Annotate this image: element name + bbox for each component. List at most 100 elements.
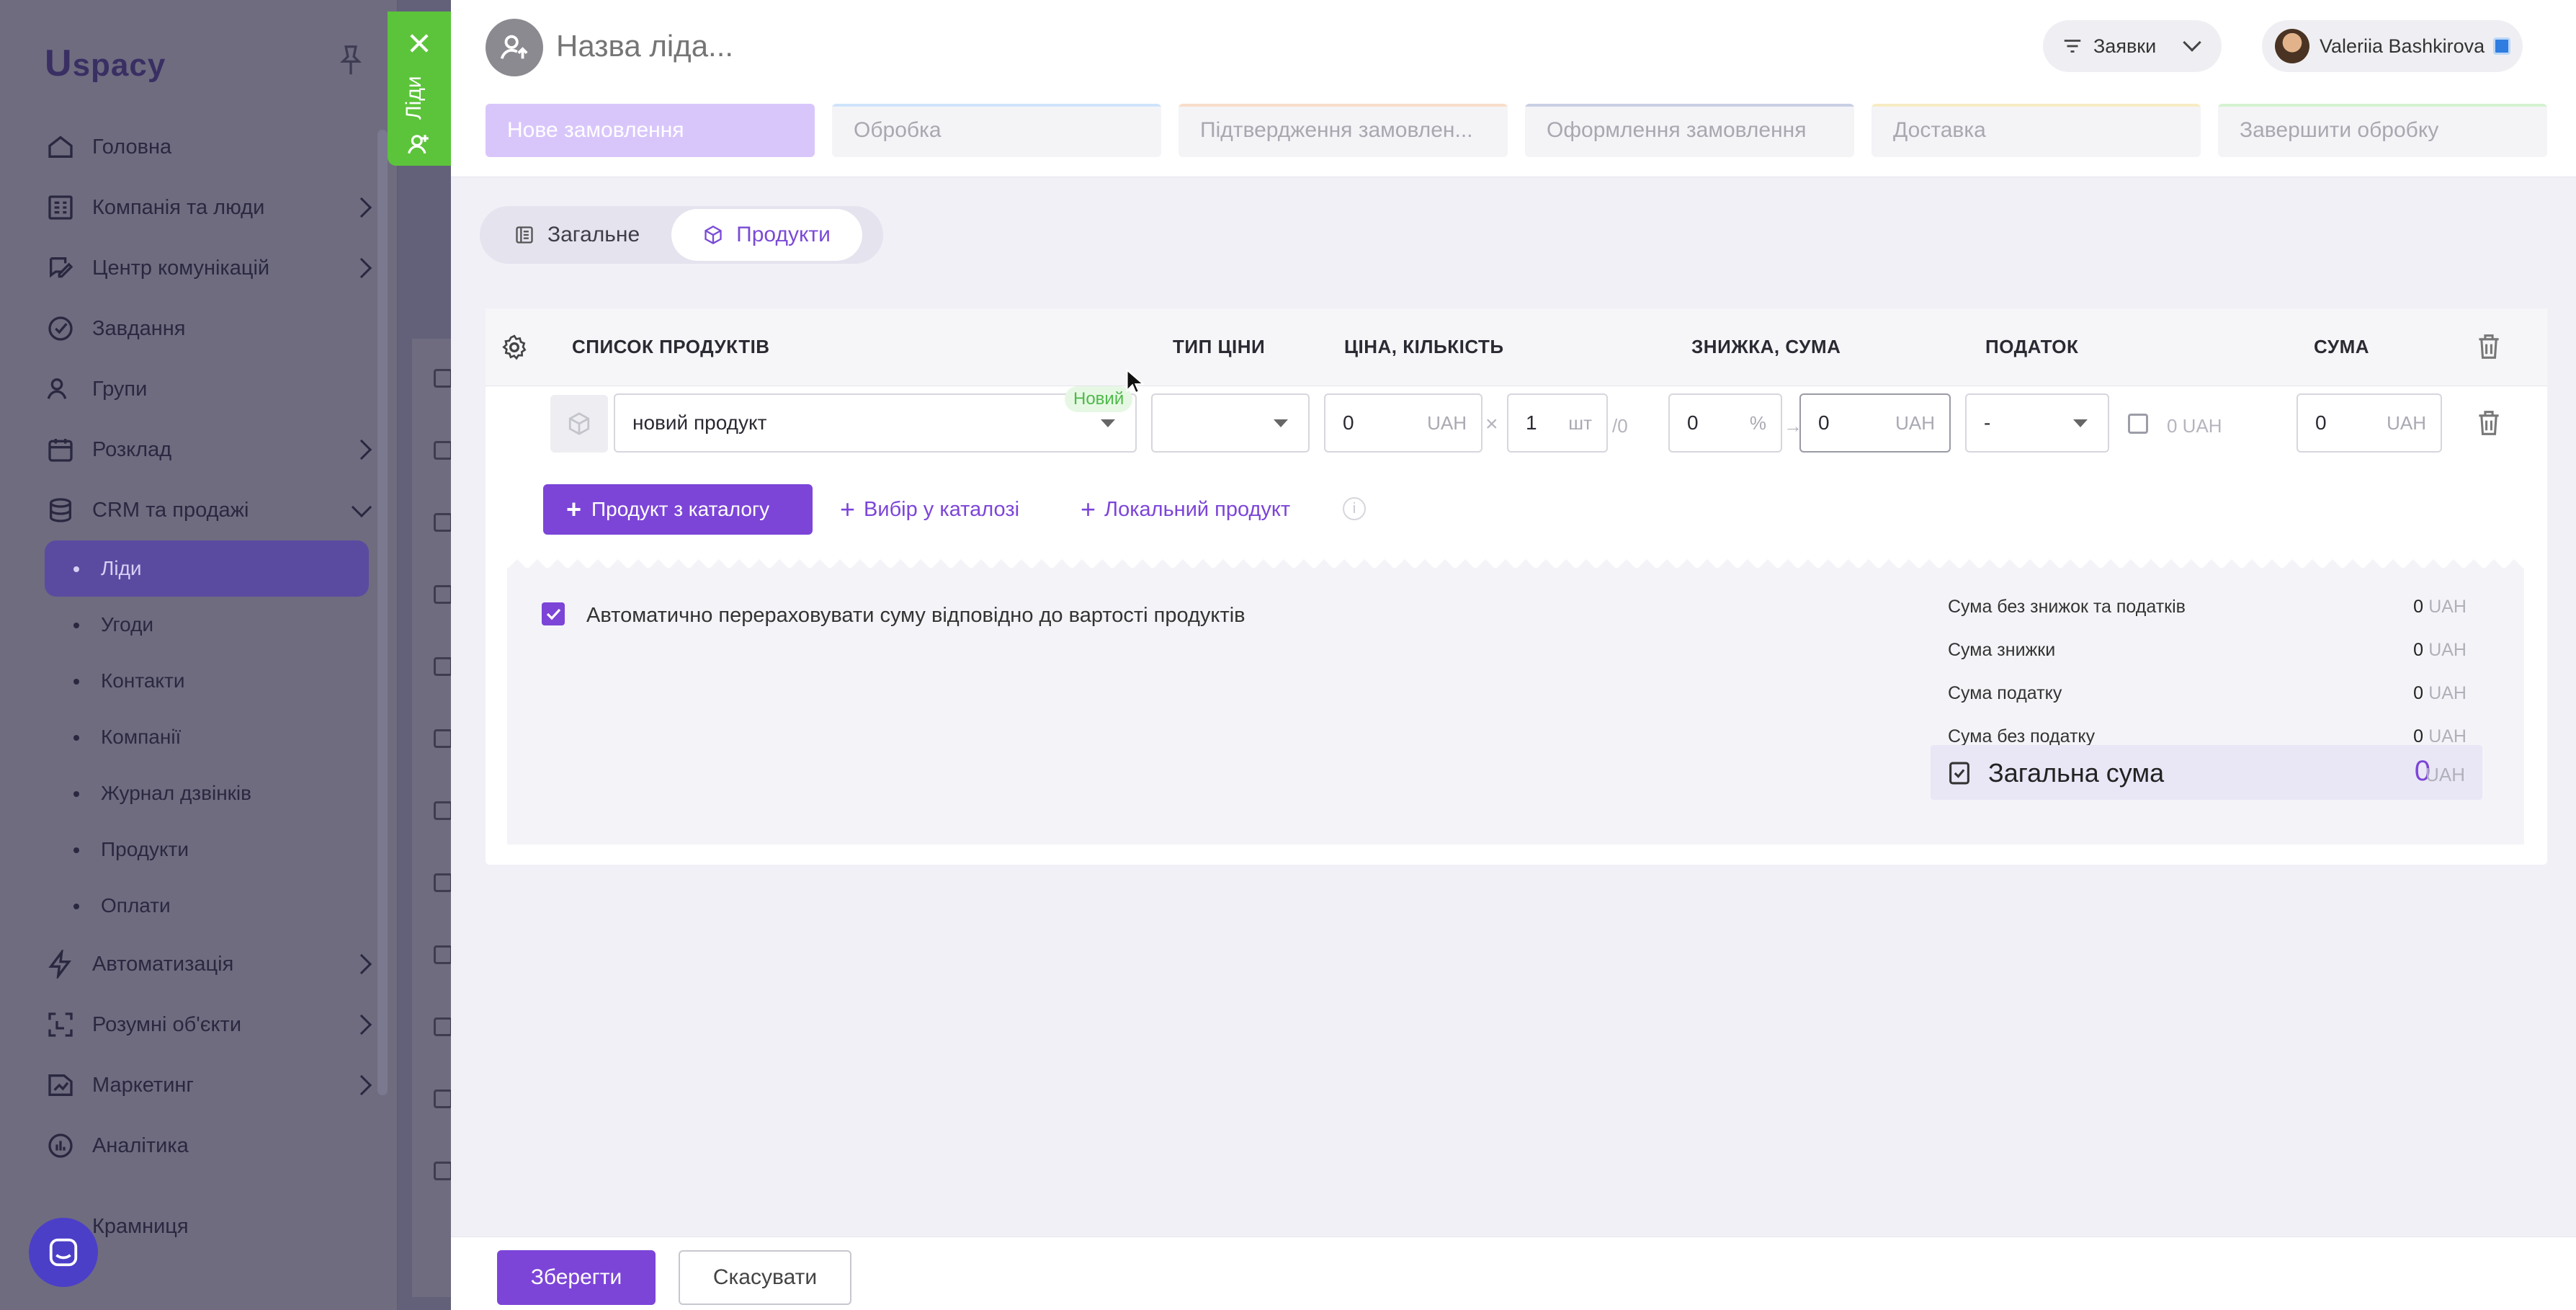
box-icon bbox=[568, 412, 590, 435]
chevron-down-icon bbox=[2183, 33, 2201, 52]
header-price-type: ТИП ЦІНИ bbox=[1173, 336, 1266, 357]
summary-row-value: 0 bbox=[2413, 726, 2423, 747]
avatar bbox=[2275, 29, 2309, 63]
company-icon bbox=[45, 192, 76, 223]
sidebar-item-a5[interactable]: Розклад bbox=[45, 419, 372, 480]
background-row-checkbox bbox=[434, 729, 452, 748]
quantity-unit: шт bbox=[1568, 411, 1592, 434]
summary-section: Автоматично перераховувати суму відповід… bbox=[507, 568, 2524, 845]
price-type-select[interactable] bbox=[1151, 393, 1310, 453]
gear-icon[interactable] bbox=[500, 333, 529, 362]
save-button[interactable]: Зберегти bbox=[497, 1250, 656, 1305]
chat-support-button[interactable] bbox=[29, 1218, 98, 1287]
database-icon bbox=[45, 494, 76, 526]
sidebar-item-label: Автоматизація bbox=[92, 952, 234, 976]
analytics-icon bbox=[45, 1130, 76, 1162]
sidebar-subitem-3[interactable]: Компанії bbox=[45, 709, 369, 765]
discount-sum-input[interactable]: 0 UAH bbox=[1799, 393, 1951, 453]
lead-user-icon bbox=[500, 35, 528, 59]
background-row-checkbox bbox=[434, 513, 452, 532]
product-name-select[interactable]: новий продукт Новий bbox=[614, 386, 1137, 453]
trash-icon[interactable] bbox=[2477, 333, 2501, 360]
sidebar-item-a0[interactable]: Головна bbox=[45, 117, 369, 177]
header-sum: СУМА bbox=[2314, 336, 2370, 357]
sidebar-item-label: Компанія та люди bbox=[92, 195, 265, 219]
sidebar-item-a6[interactable]: CRM та продажі bbox=[45, 480, 372, 540]
stage-4[interactable]: Доставка bbox=[1871, 104, 2201, 157]
user-menu-button[interactable]: Valeriia Bashkirova bbox=[2262, 20, 2523, 72]
home-icon bbox=[45, 131, 76, 163]
chevron-right-icon bbox=[351, 439, 372, 460]
bolt-icon bbox=[45, 948, 76, 980]
stage-2[interactable]: Підтвердження замовлен... bbox=[1179, 104, 1508, 157]
chevron-right-icon bbox=[351, 197, 372, 218]
leads-side-tab[interactable]: Ліди bbox=[388, 12, 451, 166]
sidebar-item-label: Маркетинг bbox=[92, 1073, 194, 1097]
tax-included-checkbox[interactable] bbox=[2128, 414, 2148, 434]
pipeline-filter-button[interactable]: Заявки bbox=[2043, 20, 2222, 72]
add-from-catalog-button[interactable]: + Продукт з каталогу bbox=[543, 484, 813, 535]
sum-value: 0 bbox=[2315, 411, 2327, 434]
sidebar-item-a1[interactable]: Компанія та люди bbox=[45, 177, 372, 238]
sidebar-item-a4[interactable]: Групи bbox=[45, 359, 369, 419]
sidebar-subitem-4[interactable]: Журнал дзвінків bbox=[45, 765, 369, 821]
background-row-checkbox bbox=[434, 441, 452, 460]
product-image[interactable] bbox=[550, 395, 608, 453]
stage-5[interactable]: Завершити обробку bbox=[2218, 104, 2547, 157]
discount-input[interactable]: 0 % bbox=[1668, 393, 1782, 453]
sidebar-item-a2[interactable]: Центр комунікацій bbox=[45, 238, 372, 298]
background-row-checkbox bbox=[434, 801, 452, 820]
price-unit: UAH bbox=[1427, 411, 1467, 434]
tab-products-label: Продукти bbox=[736, 223, 831, 246]
lead-avatar[interactable] bbox=[486, 19, 543, 76]
sidebar-item-b2[interactable]: Маркетинг bbox=[45, 1055, 372, 1115]
sidebar-item-label: Завдання bbox=[92, 316, 186, 340]
stage-0[interactable]: Нове замовлення bbox=[486, 104, 815, 157]
summary-row-value: 0 bbox=[2413, 640, 2423, 660]
background-row-checkbox bbox=[434, 945, 452, 964]
price-input[interactable]: 0 UAH bbox=[1324, 393, 1482, 453]
quantity-input[interactable]: 1 шт bbox=[1507, 393, 1608, 453]
cancel-button[interactable]: Скасувати bbox=[679, 1250, 851, 1305]
sidebar-item-a3[interactable]: Завдання bbox=[45, 298, 369, 359]
logo[interactable]: Uspacy bbox=[45, 42, 166, 85]
local-product-button[interactable]: + Локальний продукт bbox=[1081, 484, 1290, 535]
background-row-checkbox bbox=[434, 1162, 452, 1180]
sidebar-subitem-0[interactable]: Ліди bbox=[45, 540, 369, 597]
pin-icon[interactable] bbox=[339, 45, 363, 76]
summary-row-label: Сума податку bbox=[1948, 683, 2062, 703]
lead-title-input[interactable] bbox=[556, 29, 1132, 63]
tab-general[interactable]: Загальне bbox=[483, 209, 671, 261]
sidebar-item-b1[interactable]: Розумні об'єкти bbox=[45, 994, 372, 1055]
dropdown-arrow-icon bbox=[2073, 419, 2088, 427]
sidebar-item-label: Крамниця bbox=[92, 1214, 189, 1238]
pick-in-catalog-button[interactable]: + Вибір у каталозі bbox=[840, 484, 1019, 535]
sidebar-subitem-2[interactable]: Контакти bbox=[45, 653, 369, 709]
marketing-icon bbox=[45, 1069, 76, 1101]
receipt-check-icon bbox=[1949, 762, 1969, 785]
summary-row-label: Сума знижки bbox=[1948, 640, 2056, 660]
sidebar-item-b3[interactable]: Аналітика bbox=[45, 1115, 369, 1176]
new-badge: Новий bbox=[1065, 386, 1133, 412]
sidebar: Uspacy Головна Компанія та люди Центр кому… bbox=[0, 0, 398, 1310]
sidebar-subitem-1[interactable]: Угоди bbox=[45, 597, 369, 653]
sidebar-subitem-5[interactable]: Продукти bbox=[45, 821, 369, 878]
sidebar-subitem-label: Ліди bbox=[101, 557, 142, 579]
close-icon[interactable] bbox=[408, 32, 431, 55]
tab-products[interactable]: Продукти bbox=[671, 209, 862, 261]
chevron-right-icon bbox=[351, 1014, 372, 1035]
sum-input[interactable]: 0 UAH bbox=[2297, 393, 2442, 453]
summary-row-label: Сума без податку bbox=[1948, 726, 2096, 747]
sidebar-item-label: Групи bbox=[92, 377, 148, 401]
sidebar-subitem-6[interactable]: Оплати bbox=[45, 878, 369, 934]
sidebar-subitem-label: Продукти bbox=[101, 838, 189, 860]
stage-1[interactable]: Обробка bbox=[832, 104, 1161, 157]
tax-select[interactable]: - bbox=[1965, 393, 2109, 453]
stage-bar: Нове замовлення Обробка Підтвердження замо… bbox=[486, 104, 2547, 157]
trash-icon[interactable] bbox=[2477, 409, 2501, 437]
sidebar-scrollbar[interactable] bbox=[377, 130, 388, 1095]
auto-recalc-checkbox[interactable] bbox=[542, 602, 565, 625]
info-icon[interactable]: i bbox=[1343, 497, 1366, 520]
sidebar-item-b0[interactable]: Автоматизація bbox=[45, 934, 372, 994]
stage-3[interactable]: Оформлення замовлення bbox=[1525, 104, 1854, 157]
